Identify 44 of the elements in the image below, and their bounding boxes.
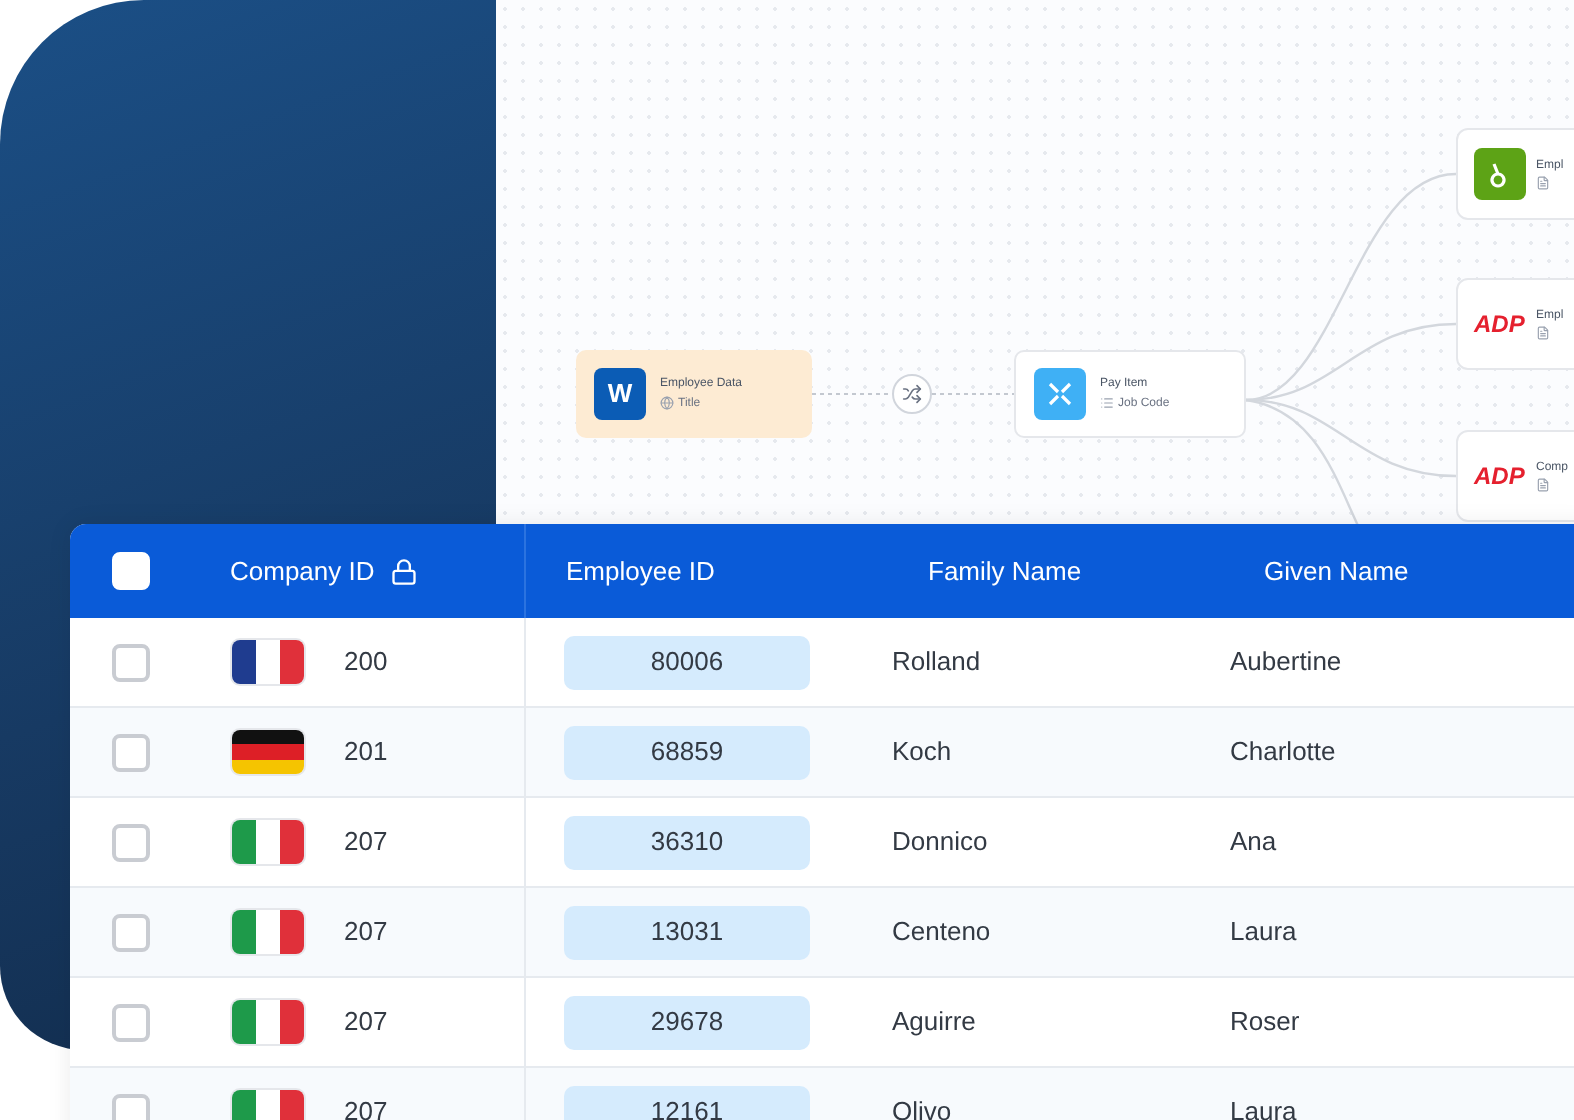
logo: W (594, 368, 646, 420)
dashed-connector (812, 393, 893, 395)
table-cell-text: 207 (344, 914, 388, 951)
table-cell: Laura (1230, 916, 1297, 947)
logo: ADP (1474, 460, 1526, 494)
id-badge: 80006 (564, 635, 810, 689)
table-cell: Roser (1230, 1006, 1300, 1037)
id-badge: 36310 (564, 815, 810, 869)
id-badge: 29678 (564, 995, 810, 1049)
list-icon (1100, 396, 1114, 410)
column-header: Given Name (1264, 553, 1409, 590)
document-icon (1536, 477, 1550, 491)
table-cell-text: 201 (344, 734, 388, 771)
logo: ADP (1474, 308, 1526, 342)
checkbox[interactable] (112, 643, 150, 681)
pay-logo-icon (1034, 368, 1086, 420)
id-badge: 13031 (564, 905, 810, 959)
globe-icon (660, 396, 674, 410)
table-cell-text: 207 (344, 824, 388, 861)
table-cell: Centeno (892, 916, 991, 947)
checkbox[interactable] (112, 1003, 150, 1041)
document-icon (1536, 325, 1550, 339)
checkbox[interactable] (112, 913, 150, 951)
column-header: Company ID (230, 553, 375, 590)
lock-icon (390, 557, 419, 585)
table-cell: Rolland (892, 646, 981, 677)
checkbox[interactable] (112, 823, 150, 861)
dashed-connector (931, 393, 1015, 395)
table-cell: Aubertine (1230, 646, 1342, 677)
table-cell: Charlotte (1230, 736, 1336, 767)
shuffle-icon (892, 374, 932, 414)
table-cell: Koch (892, 736, 952, 767)
table-cell-text: 200 (344, 644, 388, 681)
table-cell: Ana (1230, 826, 1277, 857)
column-header: Family Name (928, 553, 1082, 590)
table-cell: Aguirre (892, 1006, 976, 1037)
leaf-logo-icon (1474, 148, 1526, 200)
checkbox[interactable] (112, 733, 150, 771)
id-badge: 68859 (564, 725, 810, 779)
table-cell: Donnico (892, 826, 988, 857)
checkbox[interactable] (112, 1093, 150, 1120)
document-icon (1536, 175, 1550, 189)
column-header: Employee ID (566, 553, 715, 590)
table-cell-text: 207 (344, 1004, 388, 1041)
